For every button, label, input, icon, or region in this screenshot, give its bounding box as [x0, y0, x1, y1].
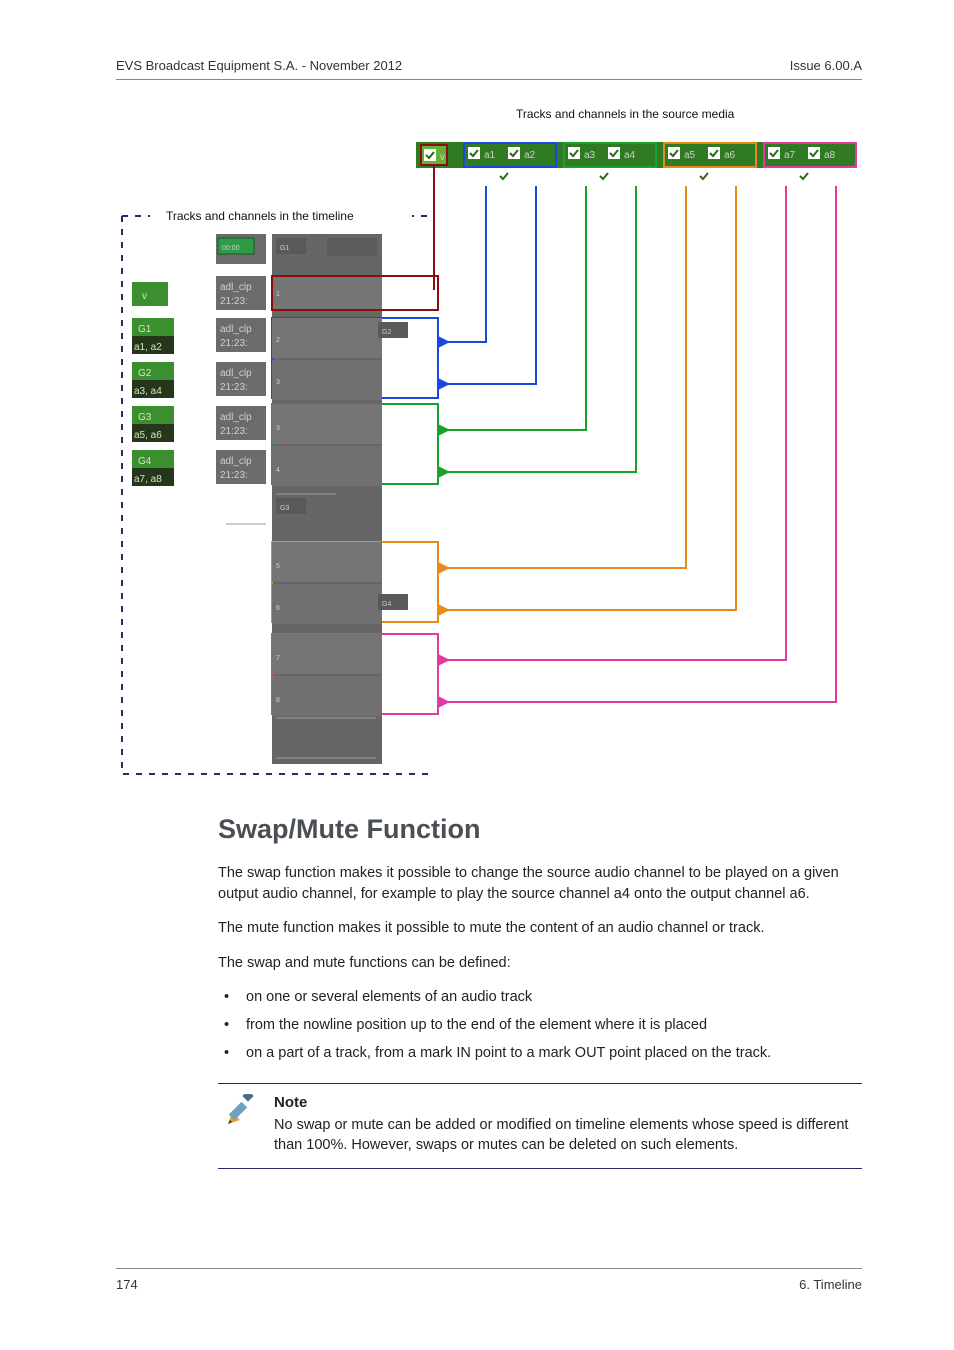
svg-text:a5, a6: a5, a6 — [134, 430, 162, 441]
svg-text:v: v — [440, 152, 445, 163]
svg-text:G4: G4 — [382, 601, 391, 608]
svg-text:adl_clp: adl_clp — [220, 368, 252, 379]
svg-text:21:23:: 21:23: — [220, 296, 248, 307]
svg-text:a7: a7 — [784, 150, 796, 161]
page-footer: 174 6. Timeline — [116, 1268, 862, 1292]
footer-section: 6. Timeline — [799, 1277, 862, 1292]
svg-text:G3: G3 — [280, 505, 289, 512]
page-header: EVS Broadcast Equipment S.A. - November … — [116, 58, 862, 80]
connector-lines — [434, 166, 836, 702]
svg-text:a7, a8: a7, a8 — [134, 474, 162, 485]
svg-text:00:00: 00:00 — [222, 245, 240, 252]
svg-text:a3, a4: a3, a4 — [134, 386, 162, 397]
svg-text:v: v — [142, 291, 147, 302]
svg-text:G3: G3 — [138, 412, 152, 423]
source-channel-bar: v a1 a2 a3 a4 — [416, 142, 856, 182]
svg-text:a1, a2: a1, a2 — [134, 342, 162, 353]
svg-text:8: 8 — [276, 697, 280, 704]
note-title: Note — [274, 1094, 862, 1111]
arrowheads — [438, 336, 450, 708]
svg-text:7: 7 — [276, 655, 280, 662]
svg-text:2: 2 — [276, 337, 280, 344]
caption-source: Tracks and channels in the source media — [516, 107, 735, 121]
tracks-diagram: Tracks and channels in the source media … — [116, 104, 862, 784]
note-text: No swap or mute can be added or modified… — [274, 1115, 862, 1156]
pencil-icon — [224, 1094, 258, 1128]
svg-text:G1: G1 — [138, 324, 152, 335]
paragraph-1: The swap function makes it possible to c… — [218, 863, 862, 904]
svg-text:a3: a3 — [584, 150, 596, 161]
svg-text:4: 4 — [276, 467, 280, 474]
svg-text:a4: a4 — [624, 150, 636, 161]
svg-text:5: 5 — [276, 563, 280, 570]
channel-v: v — [421, 145, 447, 165]
svg-text:adl_clp: adl_clp — [220, 456, 252, 467]
list-item: from the nowline position up to the end … — [218, 1015, 862, 1037]
footer-page-number: 174 — [116, 1277, 138, 1292]
paragraph-2: The mute function makes it possible to m… — [218, 918, 862, 939]
svg-text:21:23:: 21:23: — [220, 426, 248, 437]
svg-text:G1: G1 — [280, 245, 289, 252]
svg-text:a6: a6 — [724, 150, 736, 161]
caption-timeline: Tracks and channels in the timeline — [166, 209, 354, 223]
svg-text:a5: a5 — [684, 150, 696, 161]
svg-text:21:23:: 21:23: — [220, 382, 248, 393]
svg-text:a1: a1 — [484, 150, 496, 161]
svg-text:6: 6 — [276, 605, 280, 612]
svg-text:adl_clp: adl_clp — [220, 324, 252, 335]
svg-text:3: 3 — [276, 379, 280, 386]
svg-text:adl_clp: adl_clp — [220, 412, 252, 423]
svg-text:21:23:: 21:23: — [220, 470, 248, 481]
svg-text:1: 1 — [276, 291, 280, 298]
header-right: Issue 6.00.A — [790, 58, 862, 73]
svg-text:adl_clp: adl_clp — [220, 282, 252, 293]
note-callout: Note No swap or mute can be added or mod… — [218, 1083, 862, 1169]
header-left: EVS Broadcast Equipment S.A. - November … — [116, 58, 402, 73]
bullet-list: on one or several elements of an audio t… — [218, 987, 862, 1064]
svg-text:a2: a2 — [524, 150, 536, 161]
svg-text:21:23:: 21:23: — [220, 338, 248, 349]
svg-text:a8: a8 — [824, 150, 836, 161]
svg-text:3: 3 — [276, 425, 280, 432]
svg-text:G2: G2 — [382, 329, 391, 336]
list-item: on one or several elements of an audio t… — [218, 987, 862, 1009]
paragraph-3: The swap and mute functions can be defin… — [218, 953, 862, 974]
svg-text:G2: G2 — [138, 368, 152, 379]
list-item: on a part of a track, from a mark IN poi… — [218, 1043, 862, 1065]
timeline-panel: 00:00 G1 v adl_clp 21:23: 1 — [132, 234, 438, 764]
svg-text:G4: G4 — [138, 456, 152, 467]
section-heading: Swap/Mute Function — [218, 814, 862, 845]
